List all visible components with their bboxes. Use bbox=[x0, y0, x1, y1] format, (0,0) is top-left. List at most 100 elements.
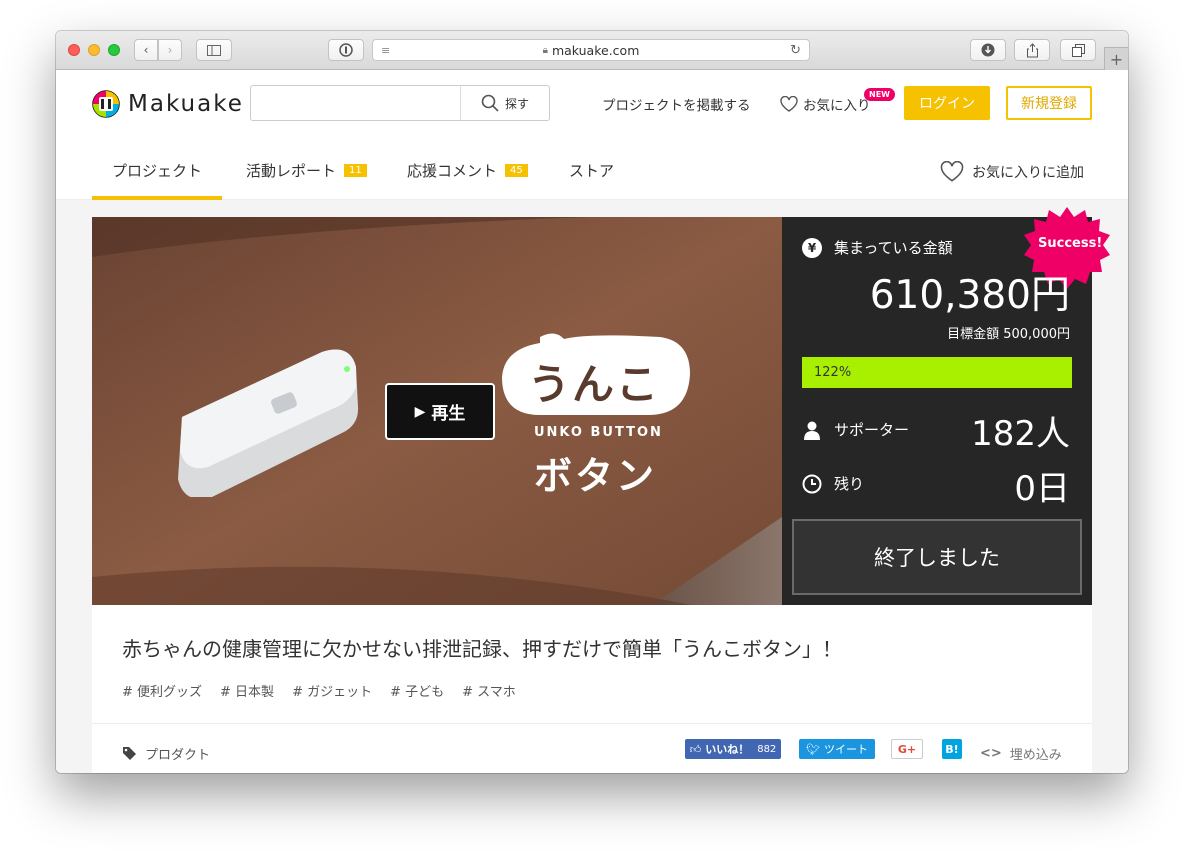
project-video[interactable]: ▶ 再生 うんこ UNKO BUTTON ボタン bbox=[92, 217, 782, 605]
search-box: 探す bbox=[250, 85, 550, 121]
search-button-label: 探す bbox=[504, 96, 529, 111]
page: Makuake 探す プロジェクトを掲載する お気に入り NEW ログイン 新規… bbox=[56, 70, 1128, 773]
tag-link[interactable]: # ガジェット bbox=[292, 681, 372, 700]
yen-icon: ¥ bbox=[802, 237, 822, 258]
tab-activity-report[interactable]: 活動レポート 11 bbox=[246, 160, 367, 181]
activity-report-count-badge: 11 bbox=[344, 164, 367, 177]
heart-icon bbox=[780, 96, 798, 112]
address-bar[interactable]: ≡ 🔒︎ makuake.com ↻ bbox=[372, 39, 810, 61]
tag-icon bbox=[123, 747, 136, 760]
tag-link[interactable]: # スマホ bbox=[462, 681, 516, 700]
support-comments-count-badge: 45 bbox=[505, 164, 528, 177]
makuake-logo[interactable]: Makuake bbox=[92, 90, 244, 118]
password-button[interactable] bbox=[328, 39, 364, 61]
tag-link[interactable]: # 子ども bbox=[390, 681, 444, 700]
search-icon bbox=[481, 94, 499, 112]
add-favorite-label: お気に入りに追加 bbox=[972, 164, 1084, 181]
sidebar-toggle-button[interactable] bbox=[196, 39, 232, 61]
close-window-button[interactable] bbox=[68, 44, 80, 56]
login-button[interactable]: ログイン bbox=[904, 86, 990, 120]
google-plus-button[interactable]: G+ bbox=[891, 739, 923, 759]
progress-percent: 122% bbox=[814, 365, 852, 380]
unko-button-brand-logo: うんこ UNKO BUTTON ボタン bbox=[500, 329, 700, 498]
tag-link[interactable]: # 便利グッズ bbox=[122, 681, 202, 700]
url-text: makuake.com bbox=[551, 42, 640, 58]
tab-store[interactable]: ストア bbox=[569, 160, 614, 181]
collected-amount-row: ¥ 集まっている金額 bbox=[802, 237, 953, 258]
project-info: 赤ちゃんの健康管理に欠かせない排泄記録、押すだけで簡単「うんこボタン」！ # 便… bbox=[92, 605, 1092, 773]
remaining-days: 0日 bbox=[1014, 469, 1070, 509]
heart-icon bbox=[940, 161, 964, 182]
facebook-like-button[interactable]: 👍︎ いいね！ 882 bbox=[685, 739, 781, 759]
tab-project[interactable]: プロジェクト bbox=[112, 160, 202, 181]
divider bbox=[92, 723, 1092, 724]
tweet-label: ツイート bbox=[823, 743, 868, 756]
minimize-window-button[interactable] bbox=[88, 44, 100, 56]
person-icon bbox=[804, 421, 820, 440]
register-button[interactable]: 新規登録 bbox=[1006, 86, 1092, 120]
site-header: Makuake 探す プロジェクトを掲載する お気に入り NEW ログイン 新規… bbox=[56, 70, 1128, 200]
hatena-icon: B! bbox=[945, 742, 959, 756]
tabs-overview-button[interactable] bbox=[1060, 39, 1096, 61]
play-icon: ▶ bbox=[414, 403, 426, 420]
favorites-link[interactable]: お気に入り bbox=[780, 94, 871, 114]
key-icon bbox=[339, 43, 353, 57]
category-label: プロダクト bbox=[145, 748, 211, 763]
logo-text: Makuake bbox=[128, 91, 244, 117]
project-title: 赤ちゃんの健康管理に欠かせない排泄記録、押すだけで簡単「うんこボタン」！ bbox=[122, 637, 842, 661]
new-badge: NEW bbox=[864, 88, 895, 101]
hatena-bookmark-button[interactable]: B! bbox=[942, 739, 962, 759]
tweet-button[interactable]: 🐦︎ ツイート bbox=[799, 739, 875, 759]
favorites-label: お気に入り bbox=[803, 98, 871, 114]
embed-button[interactable]: <> 埋め込み bbox=[980, 744, 1062, 763]
funding-stats-panel: Success! ¥ 集まっている金額 610,380円 目標金額 500,00… bbox=[782, 207, 1110, 605]
play-label: 再生 bbox=[431, 404, 466, 424]
embed-label: 埋め込み bbox=[1009, 748, 1062, 763]
back-button[interactable]: ‹ bbox=[134, 39, 158, 61]
brand-middle-text: UNKO BUTTON bbox=[534, 425, 663, 440]
add-favorite-button[interactable]: お気に入りに追加 bbox=[940, 161, 1084, 182]
thumbs-up-icon: 👍︎ bbox=[689, 742, 702, 756]
downloads-button[interactable] bbox=[970, 39, 1006, 61]
forward-button[interactable]: › bbox=[158, 39, 182, 61]
tag-link[interactable]: # 日本製 bbox=[220, 681, 274, 700]
project-category[interactable]: プロダクト bbox=[122, 744, 210, 763]
clock-icon bbox=[802, 474, 822, 493]
search-button[interactable]: 探す bbox=[460, 86, 549, 120]
code-brackets-icon: <> bbox=[980, 746, 1002, 761]
tab-project-label: プロジェクト bbox=[112, 162, 203, 180]
supporters-count: 182人 bbox=[971, 414, 1070, 454]
browser-toolbar: ‹ › ≡ 🔒︎ makuake.com ↻ + bbox=[56, 31, 1128, 70]
reload-icon[interactable]: ↻ bbox=[790, 43, 801, 58]
collected-label: 集まっている金額 bbox=[834, 239, 953, 257]
twitter-bird-icon: 🐦︎ bbox=[806, 742, 820, 756]
search-input[interactable] bbox=[259, 92, 449, 114]
funding-progress-bar: 122% bbox=[802, 357, 1072, 388]
remaining-label: 残り bbox=[834, 475, 865, 493]
project-ended-status: 終了しました bbox=[792, 519, 1082, 595]
share-button[interactable] bbox=[1014, 39, 1050, 61]
brand-top-text: うんこ bbox=[528, 360, 661, 409]
goal-amount: 目標金額 500,000円 bbox=[947, 327, 1070, 342]
download-icon bbox=[981, 43, 995, 57]
tab-store-label: ストア bbox=[569, 162, 615, 180]
sidebar-icon bbox=[207, 44, 221, 56]
remaining-row: 残り bbox=[802, 473, 864, 494]
tabs-icon bbox=[1071, 43, 1085, 57]
tab-support-comments[interactable]: 応援コメント 45 bbox=[407, 160, 528, 181]
project-tags: # 便利グッズ # 日本製 # ガジェット # 子ども # スマホ bbox=[122, 681, 516, 700]
browser-window: ‹ › ≡ 🔒︎ makuake.com ↻ + Makuake 探す プロジェ… bbox=[56, 31, 1128, 773]
plus-icon: + bbox=[1109, 49, 1124, 69]
post-project-link[interactable]: プロジェクトを掲載する bbox=[602, 94, 751, 114]
play-video-button[interactable]: ▶ 再生 bbox=[385, 383, 495, 440]
chevron-left-icon: ‹ bbox=[143, 43, 149, 57]
reader-icon[interactable]: ≡ bbox=[381, 44, 390, 57]
like-count: 882 bbox=[757, 743, 777, 755]
unko-button-device-image bbox=[178, 349, 359, 497]
chevron-right-icon: › bbox=[167, 43, 173, 57]
collected-amount: 610,380円 bbox=[869, 273, 1070, 318]
lock-icon: 🔒︎ bbox=[542, 44, 548, 56]
new-tab-button[interactable]: + bbox=[1104, 47, 1128, 70]
maximize-window-button[interactable] bbox=[108, 44, 120, 56]
share-icon bbox=[1026, 42, 1038, 57]
